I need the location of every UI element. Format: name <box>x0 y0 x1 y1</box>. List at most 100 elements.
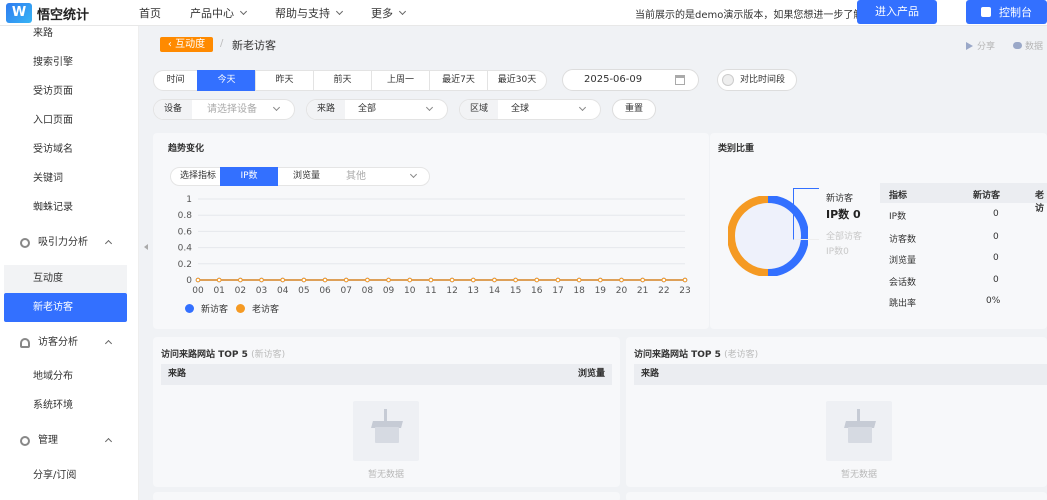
data-point <box>216 277 222 283</box>
nav-products-label: 产品中心 <box>190 7 234 20</box>
metric-ip-button[interactable]: IP数 <box>220 167 278 186</box>
top-new-title-text: 访问来路网站 TOP 5 <box>161 350 248 360</box>
x-tick-label: 15 <box>510 286 521 296</box>
empty-text: 暂无数据 <box>368 470 405 480</box>
empty-box <box>848 427 872 443</box>
source-select[interactable]: 来路 全部 <box>306 99 448 120</box>
time-option-day-before[interactable]: 前天 <box>313 70 372 91</box>
sidebar-item-spider[interactable]: 蜘蛛记录 <box>0 194 139 222</box>
time-option-last-monday[interactable]: 上周一 <box>371 70 430 91</box>
empty-text: 暂无数据 <box>841 470 878 480</box>
date-picker[interactable]: 2025-06-09 <box>562 69 699 91</box>
row-value: 0 <box>993 253 999 263</box>
data-point <box>280 277 285 283</box>
time-option-today[interactable]: 今天 <box>197 70 256 91</box>
user-icon <box>20 338 30 348</box>
time-label: 时间 <box>153 70 198 91</box>
metric-pv-button[interactable]: 浏览量 <box>293 168 320 185</box>
nav-home[interactable]: 首页 <box>139 5 161 21</box>
row-label: 浏览量 <box>889 256 917 266</box>
region-select[interactable]: 区域 全球 <box>459 99 601 120</box>
compare-period-toggle[interactable]: 对比时间段 <box>717 69 797 91</box>
sidebar-item-domain[interactable]: 受访域名 <box>0 136 139 164</box>
enter-product-button[interactable]: 进入产品 <box>857 0 937 24</box>
share-button[interactable]: 分享 <box>966 39 995 52</box>
x-tick-label: 07 <box>340 286 351 296</box>
sidebar-item-label: 蜘蛛记录 <box>33 202 73 213</box>
legend-dot <box>236 304 245 313</box>
sidebar-group-visitor[interactable]: 访客分析 <box>0 329 139 357</box>
reset-button[interactable]: 重置 <box>612 99 656 120</box>
col-source: 来路 <box>168 369 187 379</box>
data-point <box>598 277 603 283</box>
share-label: 分享 <box>977 42 996 52</box>
x-tick-label: 02 <box>235 286 246 296</box>
sidebar-item-keyword[interactable]: 关键词 <box>0 165 139 193</box>
sidebar-item-region[interactable]: 地域分布 <box>0 363 139 391</box>
device-placeholder: 请选择设备 <box>207 104 257 115</box>
sidebar-item-visited-page[interactable]: 受访页面 <box>0 78 139 106</box>
data-point <box>428 277 434 283</box>
sidebar-group-attraction[interactable]: 吸引力分析 <box>0 229 139 257</box>
sidebar-item-new-old-visitors[interactable]: 新老访客 <box>4 293 127 322</box>
back-to-interaction-button[interactable]: ‹ 互动度 <box>160 37 213 52</box>
metric-other-dropdown[interactable]: 其他 <box>346 168 366 185</box>
top-old-title-text: 访问来路网站 TOP 5 <box>634 350 721 360</box>
data-point <box>513 277 518 283</box>
main-nav: 首页 产品中心 帮助与支持 更多 <box>139 0 407 26</box>
x-tick-label: 17 <box>552 286 563 296</box>
sidebar-item-search-engine[interactable]: 搜索引擎 <box>0 49 139 77</box>
trend-title: 趋势变化 <box>168 144 205 154</box>
y-tick-label: 0 <box>186 276 192 286</box>
empty-pole <box>384 409 387 421</box>
nav-products[interactable]: 产品中心 <box>190 5 248 21</box>
chevron-down-icon <box>425 103 434 112</box>
legend-old[interactable]: 老访客 <box>236 302 279 315</box>
row-value: 0% <box>986 296 1001 306</box>
console-button[interactable]: 控制台 <box>966 0 1047 24</box>
target-icon <box>20 238 30 248</box>
donut-leader-line <box>793 188 819 240</box>
x-tick-label: 22 <box>658 286 669 296</box>
data-point <box>407 277 413 283</box>
col-source: 来路 <box>641 369 660 379</box>
sidebar-item-entry-page[interactable]: 入口页面 <box>0 107 139 135</box>
data-point <box>576 277 582 283</box>
data-download-button[interactable]: 数据 <box>1013 39 1043 52</box>
time-option-30days[interactable]: 最近30天 <box>487 70 547 91</box>
sidebar-item-label: 来路 <box>33 28 53 39</box>
data-point <box>555 277 561 283</box>
sidebar-group-manage[interactable]: 管理 <box>0 427 139 455</box>
y-tick-label: 0.8 <box>178 211 193 221</box>
data-point <box>470 277 476 283</box>
nav-help[interactable]: 帮助与支持 <box>275 5 344 21</box>
x-tick-label: 00 <box>192 286 204 296</box>
date-value: 2025-06-09 <box>584 74 643 85</box>
chevron-down-icon <box>239 7 248 16</box>
time-option-7days[interactable]: 最近7天 <box>429 70 488 91</box>
x-tick-label: 16 <box>531 286 543 296</box>
sidebar-collapse-handle[interactable] <box>139 235 152 259</box>
metric-selector: 选择指标 IP数 浏览量 其他 <box>170 167 430 186</box>
sidebar-group-label: 管理 <box>38 435 58 446</box>
source-value: 全部 <box>358 104 377 114</box>
device-select[interactable]: 设备 请选择设备 <box>153 99 295 120</box>
data-point <box>682 277 688 283</box>
sidebar-item-system[interactable]: 系统环境 <box>0 392 139 420</box>
sidebar-item-interaction[interactable]: 互动度 <box>0 265 139 293</box>
data-point <box>343 277 349 283</box>
ratio-all-value: IP数0 <box>826 247 849 257</box>
page-title: 新老访客 <box>232 39 276 52</box>
sidebar-item-label: 搜索引擎 <box>33 57 73 68</box>
legend-new[interactable]: 新访客 <box>185 302 228 315</box>
region-label: 区域 <box>460 100 499 119</box>
time-option-yesterday[interactable]: 昨天 <box>255 70 314 91</box>
nav-more[interactable]: 更多 <box>371 5 407 21</box>
header-metric: 指标 <box>889 191 908 201</box>
sidebar-item-share-subscribe[interactable]: 分享/订阅 <box>0 462 139 490</box>
back-label: 互动度 <box>175 39 206 50</box>
sidebar-group-label: 吸引力分析 <box>38 237 88 248</box>
data-point <box>661 277 667 283</box>
bottom-panel-right <box>626 492 1047 500</box>
sidebar-item-source[interactable]: 来路 <box>0 20 139 48</box>
